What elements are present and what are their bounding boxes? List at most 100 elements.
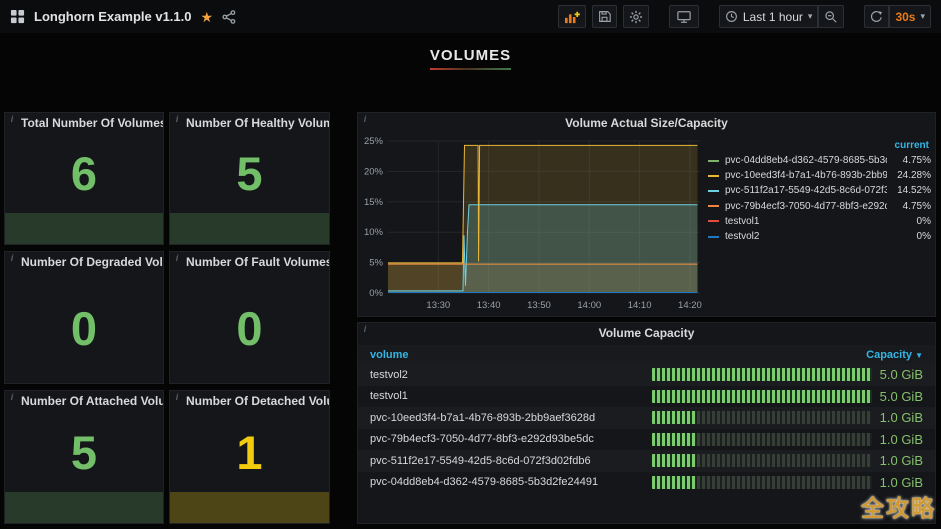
y-axis-tick: 0% — [369, 288, 383, 299]
save-dashboard-button[interactable] — [592, 5, 617, 28]
series-color-dash-icon — [708, 190, 719, 192]
series-color-dash-icon — [708, 236, 719, 238]
capacity-value-cell: 1.0 GiB — [872, 475, 923, 490]
refresh-interval-label: 30s — [895, 10, 915, 24]
section-title: VOLUMES — [430, 47, 511, 70]
watermark-text: 全攻略 — [861, 489, 936, 523]
stat-value: 0 — [236, 305, 262, 352]
panel-title[interactable]: Volume Actual Size/Capacity — [358, 113, 935, 134]
table-body: testvol25.0 GiBtestvol15.0 GiBpvc-10eed3… — [358, 364, 935, 493]
capacity-value-cell: 5.0 GiB — [872, 367, 923, 382]
column-header-volume[interactable]: volume — [370, 349, 409, 361]
panel-info-icon[interactable]: i — [358, 323, 372, 337]
y-axis-tick: 20% — [364, 166, 384, 177]
volume-name-cell: pvc-04dd8eb4-d362-4579-8685-5b3d2fe24491 — [370, 476, 650, 488]
dashboards-grid-icon[interactable] — [10, 9, 25, 24]
chevron-down-icon: ▾ — [920, 11, 925, 22]
graph-legend: current pvc-04dd8eb4-d362-4579-8685-5b3d… — [708, 140, 931, 244]
gauge-fill — [652, 368, 872, 381]
legend-series-name[interactable]: pvc-04dd8eb4-d362-4579-8685-5b3d2fe24491 — [725, 155, 887, 166]
legend-item[interactable]: pvc-79b4ecf3-7050-4d77-8bf3-e292d93be5dc… — [708, 199, 931, 214]
capacity-value-cell: 1.0 GiB — [872, 453, 923, 468]
legend-current-value: 24.28% — [887, 170, 931, 181]
table-row: pvc-04dd8eb4-d362-4579-8685-5b3d2fe24491… — [358, 472, 935, 494]
stat-sparkline-bar — [170, 213, 329, 244]
legend-current-value: 0% — [887, 216, 931, 227]
x-axis-tick: 14:00 — [577, 300, 601, 311]
chevron-down-icon: ▾ — [808, 11, 813, 22]
legend-item[interactable]: pvc-10eed3f4-b7a1-4b76-893b-2bb9aef3628d… — [708, 168, 931, 183]
legend-item[interactable]: testvol10% — [708, 214, 931, 229]
volume-name-cell: pvc-79b4ecf3-7050-4d77-8bf3-e292d93be5dc — [370, 433, 650, 445]
y-axis-tick: 15% — [364, 197, 384, 208]
panel-info-icon[interactable]: i — [170, 113, 184, 127]
panel-title: Number Of Attached Volumes — [5, 391, 163, 412]
time-range-label: Last 1 hour — [743, 10, 803, 24]
add-panel-button[interactable] — [558, 5, 586, 28]
legend-series-name[interactable]: pvc-10eed3f4-b7a1-4b76-893b-2bb9aef3628d — [725, 170, 887, 181]
star-icon[interactable]: ★ — [201, 10, 214, 24]
panel-info-icon[interactable]: i — [170, 391, 184, 405]
refresh-interval-picker[interactable]: 30s ▾ — [889, 5, 931, 28]
tv-kiosk-mode-icon[interactable] — [669, 5, 699, 28]
column-header-capacity[interactable]: Capacity ▼ — [866, 349, 923, 361]
legend-item[interactable]: pvc-04dd8eb4-d362-4579-8685-5b3d2fe24491… — [708, 153, 931, 168]
legend-item[interactable]: pvc-511f2a17-5549-42d5-8c6d-072f3d02fdb6… — [708, 183, 931, 198]
capacity-led-gauge — [652, 476, 872, 489]
gauge-fill — [652, 390, 872, 403]
stat-panel-attached-volumes: i Number Of Attached Volumes 5 — [4, 390, 164, 524]
table-row: pvc-511f2e17-5549-42d5-8c6d-072f3d02fdb6… — [358, 450, 935, 472]
table-panel-volume-capacity: i Volume Capacity volume Capacity ▼ test… — [357, 322, 936, 524]
volume-name-cell: testvol1 — [370, 390, 650, 402]
y-axis-tick: 25% — [364, 136, 384, 147]
dashboard-title[interactable]: Longhorn Example v1.1.0 — [34, 9, 192, 24]
sort-descending-icon: ▼ — [915, 351, 923, 360]
section-header: VOLUMES — [0, 47, 941, 70]
gauge-fill — [652, 454, 696, 467]
settings-gear-icon[interactable] — [623, 5, 649, 28]
legend-current-value: 4.75% — [887, 201, 931, 212]
series-color-dash-icon — [708, 205, 719, 207]
capacity-led-gauge — [652, 433, 872, 446]
time-range-picker[interactable]: Last 1 hour ▾ — [719, 5, 819, 28]
x-axis-tick: 14:20 — [678, 300, 702, 311]
stat-value: 5 — [71, 429, 97, 476]
legend-series-name[interactable]: testvol1 — [725, 216, 887, 227]
legend-series-name[interactable]: testvol2 — [725, 231, 887, 242]
legend-series-name[interactable]: pvc-79b4ecf3-7050-4d77-8bf3-e292d93be5dc — [725, 201, 887, 212]
series-color-dash-icon — [708, 175, 719, 177]
zoom-out-button[interactable] — [818, 5, 844, 28]
stat-sparkline-bar — [5, 213, 163, 244]
y-axis-tick: 5% — [369, 258, 383, 269]
legend-current-value: 0% — [887, 231, 931, 242]
gauge-fill — [652, 411, 696, 424]
gauge-fill — [652, 433, 696, 446]
series-color-dash-icon — [708, 160, 719, 162]
legend-series-name[interactable]: pvc-511f2a17-5549-42d5-8c6d-072f3d02fdb6 — [725, 185, 887, 196]
stat-panel-total-volumes: i Total Number Of Volumes 6 — [4, 112, 164, 245]
volume-name-cell: pvc-511f2e17-5549-42d5-8c6d-072f3d02fdb6 — [370, 455, 650, 467]
panel-info-icon[interactable]: i — [5, 391, 19, 405]
stat-value: 0 — [71, 305, 97, 352]
panel-info-icon[interactable]: i — [5, 113, 19, 127]
panel-title[interactable]: Volume Capacity — [358, 323, 935, 344]
x-axis-tick: 13:50 — [527, 300, 551, 311]
panel-title: Total Number Of Volumes — [5, 113, 163, 134]
legend-item[interactable]: testvol20% — [708, 229, 931, 244]
stat-value: 5 — [236, 150, 262, 197]
table-row: pvc-10eed3f4-b7a1-4b76-893b-2bb9aef3628d… — [358, 407, 935, 429]
time-series-plot[interactable]: 0%5%10%15%20%25%13:3013:4013:5014:0014:1… — [360, 135, 706, 315]
capacity-led-gauge — [652, 390, 872, 403]
x-axis-tick: 13:30 — [426, 300, 450, 311]
share-icon[interactable] — [222, 10, 236, 24]
stat-value: 1 — [236, 429, 262, 476]
legend-current-header[interactable]: current — [708, 140, 931, 153]
panel-info-icon[interactable]: i — [358, 113, 372, 127]
refresh-button[interactable] — [864, 5, 889, 28]
panel-title: Number Of Fault Volumes — [170, 252, 329, 273]
panel-info-icon[interactable]: i — [170, 252, 184, 266]
panel-info-icon[interactable]: i — [5, 252, 19, 266]
panel-title: Number Of Detached Volumes... — [170, 391, 329, 412]
stat-panel-detached-volumes: i Number Of Detached Volumes... 1 — [169, 390, 330, 524]
x-axis-tick: 14:10 — [628, 300, 652, 311]
